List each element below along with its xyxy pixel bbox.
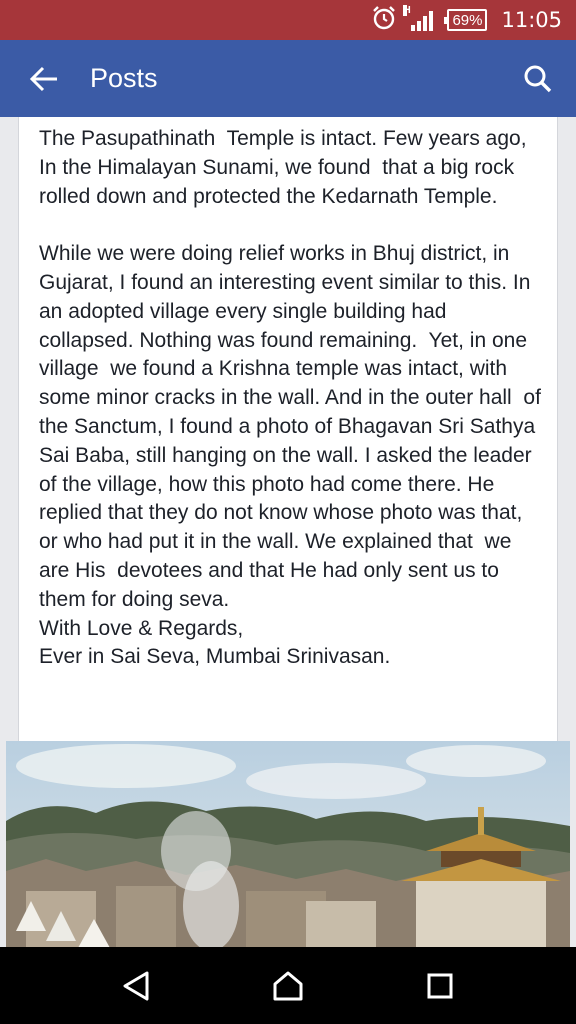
post-signature: Ever in Sai Seva, Mumbai Srinivasan. (39, 645, 391, 669)
back-arrow-icon (29, 66, 57, 91)
recents-icon (427, 973, 453, 998)
temple-photo[interactable] (6, 741, 570, 948)
battery-icon: 69% (444, 9, 488, 31)
search-button[interactable] (500, 64, 576, 94)
signal-icon: H (403, 5, 434, 31)
alarm-icon (371, 5, 397, 36)
clock: 11:05 (501, 8, 562, 32)
post-paragraph: The Pasupathinath Temple is intact. Few … (39, 127, 539, 208)
system-nav-bar (0, 947, 576, 1024)
search-icon (524, 65, 552, 92)
back-button[interactable] (0, 66, 90, 92)
home-icon (273, 971, 303, 1000)
battery-level: 69% (452, 11, 483, 29)
nav-recents-button[interactable] (410, 956, 470, 1016)
network-type: H (403, 5, 411, 16)
status-bar: H 69% 11:05 (0, 0, 576, 40)
post-closing: With Love & Regards, (39, 616, 244, 640)
nav-home-button[interactable] (258, 956, 318, 1016)
post-paragraph: While we were doing relief works in Bhuj… (39, 242, 547, 611)
back-triangle-icon (123, 971, 149, 1000)
app-bar: Posts (0, 40, 576, 117)
page-title: Posts (90, 63, 158, 93)
nav-back-button[interactable] (106, 956, 166, 1016)
post-body: The Pasupathinath Temple is intact. Few … (18, 117, 558, 741)
